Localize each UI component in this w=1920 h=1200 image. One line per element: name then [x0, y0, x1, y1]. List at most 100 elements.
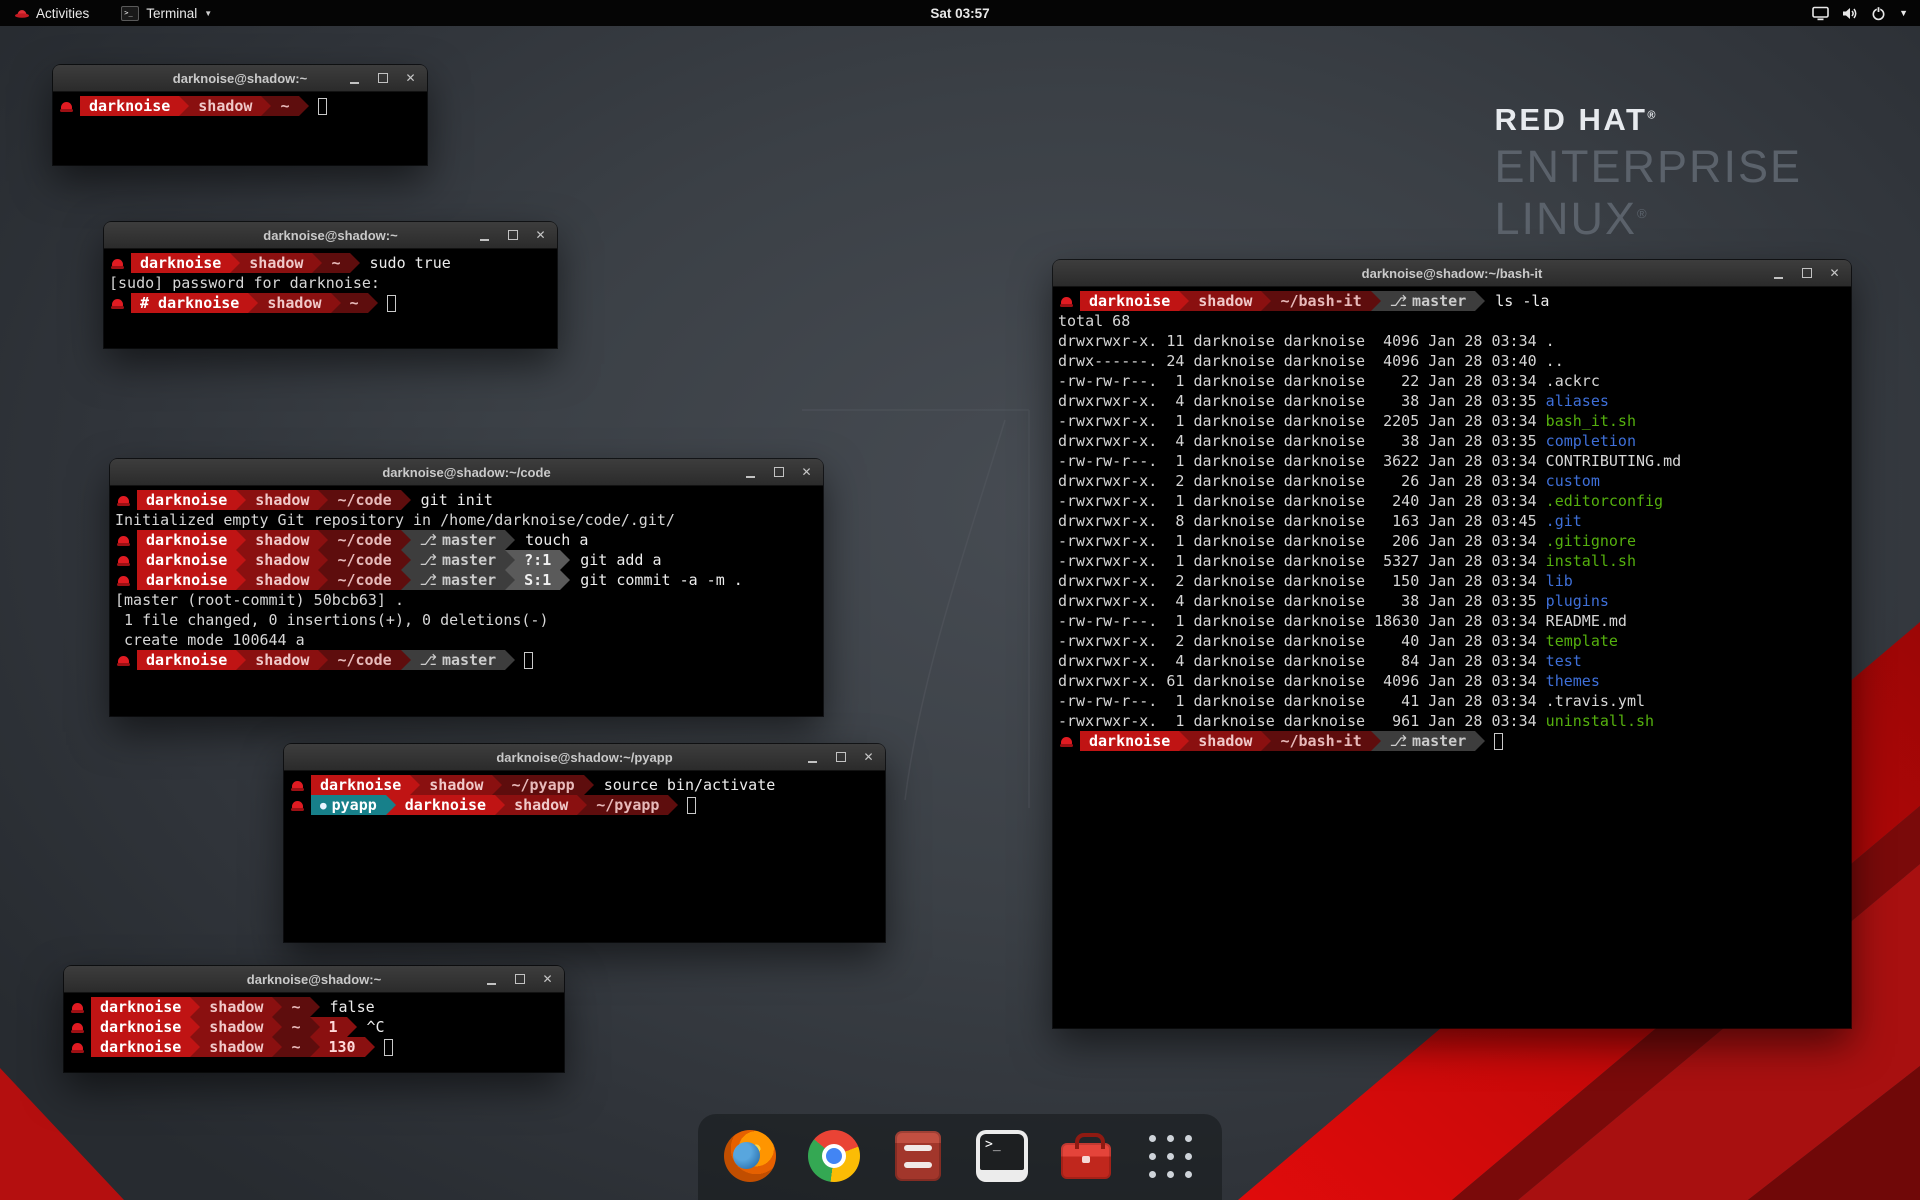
powerline-arrow [272, 997, 282, 1017]
file-name: completion [1546, 432, 1636, 450]
titlebar[interactable]: darknoise@shadow:~/bash-it [1053, 260, 1851, 287]
app-menu-label: Terminal [146, 6, 197, 21]
prompt-line: darknoiseshadow~false [69, 997, 559, 1017]
powerline-arrow [236, 530, 246, 550]
maximize-button[interactable] [376, 72, 389, 85]
maximize-button[interactable] [1800, 267, 1813, 280]
minimize-button[interactable] [744, 466, 757, 479]
git-branch-icon: ⎇ [1390, 292, 1407, 310]
activities-button[interactable]: Activities [8, 0, 95, 26]
maximize-button[interactable] [772, 466, 785, 479]
close-button[interactable] [1828, 267, 1841, 280]
minimize-button[interactable] [348, 72, 361, 85]
powerline-arrow [179, 96, 189, 116]
close-button[interactable] [800, 466, 813, 479]
display-icon[interactable] [1812, 6, 1829, 21]
dock-item-terminal[interactable]: >_ [970, 1124, 1034, 1188]
power-icon[interactable] [1871, 6, 1886, 21]
prompt-segment-path: ~/code [328, 650, 400, 670]
app-grid-dot [1185, 1135, 1192, 1142]
dock-item-toolbox[interactable] [1054, 1124, 1118, 1188]
prompt-segment-user: darknoise [80, 96, 179, 116]
volume-icon[interactable] [1842, 6, 1858, 21]
file-name: install.sh [1546, 552, 1636, 570]
output-line: drwxrwxr-x. 61 darknoise darknoise 4096 … [1058, 671, 1846, 691]
dock-item-app-grid[interactable] [1138, 1124, 1202, 1188]
file-name: test [1546, 652, 1582, 670]
system-status-area[interactable]: ▼ [1812, 6, 1920, 21]
toolbox-icon [1061, 1143, 1111, 1179]
window-title: darknoise@shadow:~/pyapp [496, 750, 672, 765]
top-bar-left: Activities >_ Terminal ▼ [0, 0, 218, 26]
dock-item-chrome[interactable] [802, 1124, 866, 1188]
terminal-content[interactable]: darknoiseshadow~sudo true[sudo] password… [104, 249, 557, 348]
powerline-arrow [190, 997, 200, 1017]
close-button[interactable] [534, 229, 547, 242]
prompt-segment-user: darknoise [91, 1037, 190, 1057]
terminal-window[interactable]: darknoise@shadow:~/pyapp darknoiseshadow~… [284, 744, 885, 942]
redhat-icon [111, 257, 124, 269]
prompt-segment-path: ~ [322, 253, 349, 273]
minimize-button[interactable] [1772, 267, 1785, 280]
command-text: ls -la [1495, 292, 1549, 310]
terminal-window[interactable]: darknoise@shadow:~darknoiseshadow~ [53, 65, 427, 165]
close-button[interactable] [541, 973, 554, 986]
app-grid-dot [1149, 1153, 1156, 1160]
app-grid-dot [1185, 1171, 1192, 1178]
titlebar[interactable]: darknoise@shadow:~ [104, 222, 557, 249]
minimize-button[interactable] [485, 973, 498, 986]
prompt-segment-user: darknoise [131, 253, 230, 273]
maximize-button[interactable] [506, 229, 519, 242]
window-title: darknoise@shadow:~ [263, 228, 397, 243]
output-line: drwxrwxr-x. 4 darknoise darknoise 84 Jan… [1058, 651, 1846, 671]
terminal-content[interactable]: darknoiseshadow~falsedarknoiseshadow~1^C… [64, 993, 564, 1072]
titlebar[interactable]: darknoise@shadow:~ [53, 65, 427, 92]
terminal-window[interactable]: darknoise@shadow:~ darknoiseshadow~sudo t… [104, 222, 557, 348]
maximize-button[interactable] [513, 973, 526, 986]
terminal-content[interactable]: darknoiseshadow~/codegit initInitialized… [110, 486, 823, 716]
app-menu-terminal[interactable]: >_ Terminal ▼ [115, 0, 218, 26]
titlebar[interactable]: darknoise@shadow:~/code [110, 459, 823, 486]
powerline-arrow [368, 293, 378, 313]
clock[interactable]: Sat 03:57 [930, 6, 989, 21]
prompt-segment-path: ~ [282, 997, 309, 1017]
terminal-window[interactable]: darknoise@shadow:~/codedarknoiseshadow~/… [110, 459, 823, 716]
terminal-content[interactable]: darknoiseshadow~/pyappsource bin/activat… [284, 771, 885, 942]
output-line: create mode 100644 a [115, 630, 818, 650]
powerline-arrow [1475, 731, 1485, 751]
redhat-icon [117, 494, 130, 506]
redhat-icon [291, 779, 304, 791]
output-line: -rw-rw-r--. 1 darknoise darknoise 3622 J… [1058, 451, 1846, 471]
terminal-content[interactable]: darknoiseshadow~/bash-it⎇masterls -latot… [1053, 287, 1851, 1028]
chevron-down-icon[interactable]: ▼ [1899, 8, 1908, 18]
prompt-line: darknoiseshadow~/bash-it⎇masterls -la [1058, 291, 1846, 311]
prompt-segment-exit: 1 [320, 1017, 347, 1037]
git-branch-icon: ⎇ [1390, 732, 1407, 750]
powerline-arrow [331, 293, 341, 313]
terminal-window[interactable]: darknoise@shadow:~/bash-itdarknoiseshado… [1053, 260, 1851, 1028]
close-button[interactable] [862, 751, 875, 764]
close-button[interactable] [404, 72, 417, 85]
titlebar[interactable]: darknoise@shadow:~ [64, 966, 564, 993]
file-name: plugins [1546, 592, 1609, 610]
git-branch-icon: ⎇ [420, 651, 437, 669]
minimize-button[interactable] [478, 229, 491, 242]
dock-item-firefox[interactable] [718, 1124, 782, 1188]
powerline-arrow [365, 1037, 375, 1057]
dock-item-files[interactable] [886, 1124, 950, 1188]
output-line: -rwxrwxr-x. 2 darknoise darknoise 40 Jan… [1058, 631, 1846, 651]
powerline-arrow [1371, 731, 1381, 751]
titlebar[interactable]: darknoise@shadow:~/pyapp [284, 744, 885, 771]
powerline-arrow [310, 997, 320, 1017]
powerline-arrow [272, 1017, 282, 1037]
output-line: drwxrwxr-x. 2 darknoise darknoise 150 Ja… [1058, 571, 1846, 591]
minimize-button[interactable] [806, 751, 819, 764]
terminal-cursor [1494, 733, 1503, 750]
output-line: drwx------. 24 darknoise darknoise 4096 … [1058, 351, 1846, 371]
terminal-window[interactable]: darknoise@shadow:~ darknoiseshadow~false d… [64, 966, 564, 1072]
maximize-button[interactable] [834, 751, 847, 764]
prompt-line: darknoiseshadow~/code⎇master [115, 650, 818, 670]
terminal-content[interactable]: darknoiseshadow~ [53, 92, 427, 165]
prompt-segment-path: ~/pyapp [587, 795, 668, 815]
prompt-segment-path: ~ [282, 1037, 309, 1057]
